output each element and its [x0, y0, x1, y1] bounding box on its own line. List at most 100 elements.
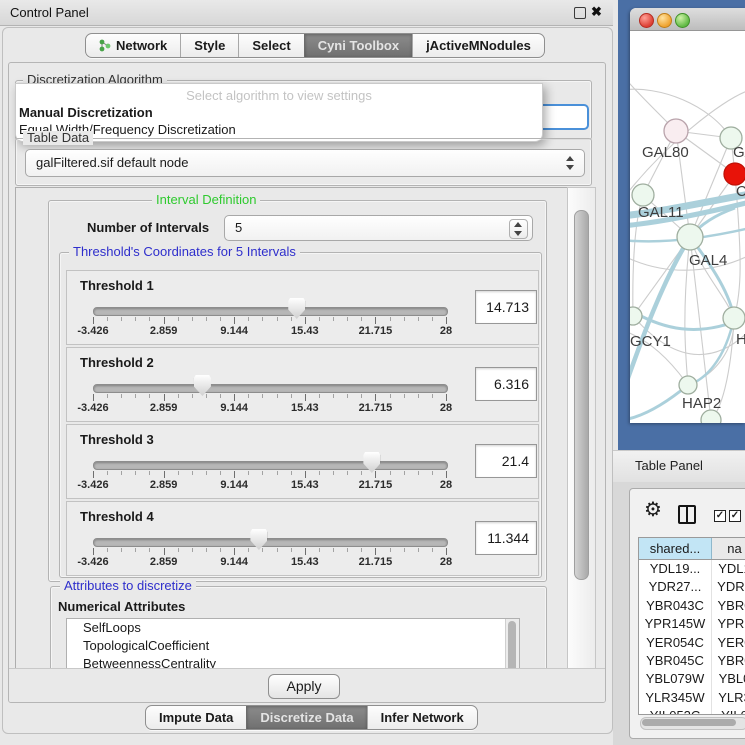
cell-shared-name[interactable]: YDL19... [639, 560, 712, 578]
table-row[interactable]: YBR045CYBR0 [639, 652, 745, 670]
attributes-list-scrollbar-thumb[interactable] [508, 621, 516, 670]
network-node-c[interactable] [724, 163, 745, 185]
table-row[interactable]: YPR145WYPR1 [639, 615, 745, 633]
tick-mark [192, 394, 193, 398]
tab-discretize-data[interactable]: Discretize Data [246, 706, 366, 729]
cell-shared-name[interactable]: YER054C [639, 634, 712, 652]
tick-mark [121, 394, 122, 398]
tick-mark [333, 394, 334, 398]
network-node-gal4[interactable] [677, 224, 703, 250]
network-node-gal80[interactable] [664, 119, 688, 143]
dropdown-option-manual-discretization[interactable]: Manual Discretization [19, 105, 153, 120]
network-node-h[interactable] [723, 307, 745, 329]
tab-style[interactable]: Style [180, 34, 238, 57]
network-node-gcy1[interactable] [630, 307, 642, 325]
cell-name[interactable]: YIL0 [712, 707, 745, 715]
threshold-slider-track[interactable] [93, 538, 448, 547]
table-horizontal-scrollbar-thumb[interactable] [642, 719, 736, 726]
settings-scrollbar-thumb[interactable] [574, 210, 589, 580]
tick-mark [220, 548, 221, 552]
tick-label: 9.144 [202, 556, 266, 568]
network-node-gal11[interactable] [632, 184, 654, 206]
column-layout-icon[interactable] [678, 505, 696, 524]
network-canvas[interactable]: GAL80GACGAL11GAL4GCY1HHAP2 [630, 30, 745, 423]
network-node-hap2[interactable] [679, 376, 697, 394]
cell-name[interactable]: YPR1 [712, 615, 745, 633]
tick-mark [305, 548, 306, 555]
settings-scrollbar[interactable] [567, 187, 596, 670]
tick-mark [432, 317, 433, 321]
column-header-shared[interactable]: shared... [639, 538, 712, 559]
cell-shared-name[interactable]: YLR345W [639, 689, 712, 707]
tick-mark [390, 471, 391, 475]
table-row[interactable]: YER054CYER0 [639, 634, 745, 652]
tab-network[interactable]: Network [86, 34, 180, 57]
numerical-attributes-list[interactable]: SelfLoopsTopologicalCoefficientBetweenne… [66, 618, 520, 670]
tick-mark [149, 394, 150, 398]
minimize-traffic-light-icon[interactable] [657, 13, 672, 28]
cell-name[interactable]: YDL1 [712, 560, 745, 578]
tick-label: 28 [414, 325, 478, 337]
attribute-list-item[interactable]: TopologicalCoefficient [67, 637, 519, 655]
tab-jactivemnodules[interactable]: jActiveMNodules [412, 34, 544, 57]
cell-shared-name[interactable]: YPR145W [639, 615, 712, 633]
gear-icon[interactable]: ⚙ [644, 497, 662, 522]
table-row[interactable]: YBR043CYBR0 [639, 597, 745, 615]
float-window-icon[interactable] [574, 7, 586, 19]
cell-name[interactable]: YBR0 [712, 597, 745, 615]
table-row[interactable]: YDL19...YDL1 [639, 560, 745, 578]
tab-impute-data[interactable]: Impute Data [146, 706, 246, 729]
cell-shared-name[interactable]: YBR043C [639, 597, 712, 615]
attribute-list-item[interactable]: SelfLoops [67, 619, 519, 637]
number-of-intervals-spinner[interactable]: 5 [224, 215, 533, 241]
node-attribute-table[interactable]: shared... na YDL19...YDL1YDR27...YDR2YBR… [638, 537, 745, 715]
close-icon[interactable]: ✖ [591, 4, 602, 20]
algorithm-dropdown-popup: Select algorithm to view settings Manual… [15, 83, 543, 142]
tick-mark [432, 394, 433, 398]
tick-mark [234, 471, 235, 478]
tick-mark [361, 394, 362, 398]
cell-shared-name[interactable]: YBL079W [639, 670, 712, 688]
table-row[interactable]: YBL079WYBL0 [639, 670, 745, 688]
cell-shared-name[interactable]: YDR27... [639, 578, 712, 596]
threshold-slider-track[interactable] [93, 307, 448, 316]
tick-mark [277, 394, 278, 398]
tab-select[interactable]: Select [238, 34, 303, 57]
checkbox-icon-1[interactable]: ✓ [714, 510, 726, 522]
cell-shared-name[interactable]: YBR045C [639, 652, 712, 670]
cell-name[interactable]: YER0 [712, 634, 745, 652]
cell-name[interactable]: YBL0 [712, 670, 745, 688]
threshold-slider-track[interactable] [93, 461, 448, 470]
table-horizontal-scrollbar[interactable] [640, 717, 745, 730]
table-row[interactable]: YIL052CYIL0 [639, 707, 745, 715]
combo-arrows-icon[interactable] [566, 155, 575, 171]
threshold-value-field[interactable]: 14.713 [475, 290, 537, 324]
close-traffic-light-icon[interactable] [639, 13, 654, 28]
table-data-combobox[interactable]: galFiltered.sif default node [25, 149, 585, 177]
spinner-arrows-icon[interactable] [509, 219, 528, 239]
zoom-traffic-light-icon[interactable] [675, 13, 690, 28]
tick-mark [248, 394, 249, 398]
cell-shared-name[interactable]: YIL052C [639, 707, 712, 715]
table-row[interactable]: YDR27...YDR2 [639, 578, 745, 596]
tick-mark [107, 548, 108, 552]
threshold-value-field[interactable]: 6.316 [475, 367, 537, 401]
checkbox-icon-2[interactable]: ✓ [729, 510, 741, 522]
tab-infer-network[interactable]: Infer Network [367, 706, 477, 729]
cell-name[interactable]: YLR3 [712, 689, 745, 707]
threshold-value-field[interactable]: 21.4 [475, 444, 537, 478]
tick-label: 28 [414, 402, 478, 414]
threshold-slider-track[interactable] [93, 384, 448, 393]
apply-button[interactable]: Apply [268, 674, 340, 699]
table-row[interactable]: YLR345WYLR3 [639, 689, 745, 707]
tick-mark [262, 317, 263, 321]
tick-mark [446, 471, 447, 478]
cell-name[interactable]: YDR2 [712, 578, 745, 596]
column-header-name[interactable]: na [712, 538, 745, 559]
threshold-value-field[interactable]: 11.344 [475, 521, 537, 555]
tab-cyni-toolbox[interactable]: Cyni Toolbox [304, 34, 412, 57]
cell-name[interactable]: YBR0 [712, 652, 745, 670]
tick-mark [220, 394, 221, 398]
tick-mark [404, 317, 405, 321]
attributes-list-scrollbar[interactable] [505, 619, 519, 670]
